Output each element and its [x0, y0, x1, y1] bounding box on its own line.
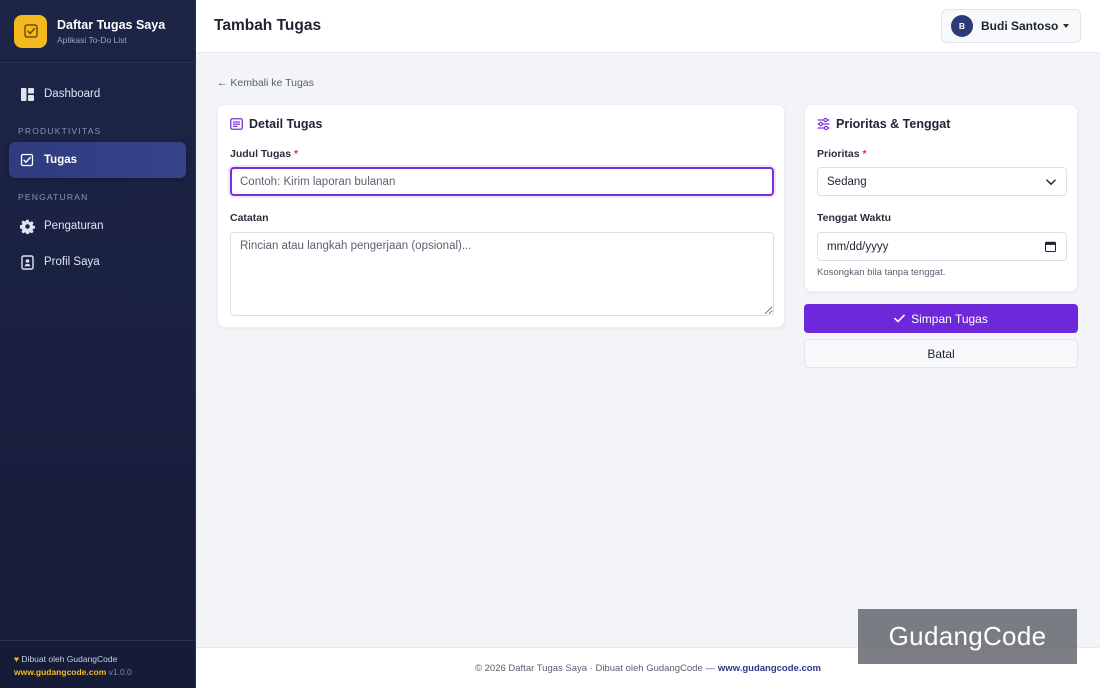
- priority-card: Prioritas & Tenggat Prioritas * Sedang T…: [804, 104, 1078, 292]
- sidebar-item-label: Profil Saya: [44, 256, 100, 268]
- priority-label: Prioritas *: [817, 148, 867, 160]
- section-settings: PENGATURAN: [18, 192, 89, 202]
- deadline-date-input[interactable]: mm/dd/yyyy: [817, 232, 1067, 261]
- page-title: Tambah Tugas: [214, 17, 322, 34]
- sidebar-item-label: Pengaturan: [44, 220, 104, 232]
- priority-card-heading: Prioritas & Tenggat: [836, 117, 951, 131]
- detail-card-heading: Detail Tugas: [249, 117, 323, 131]
- sliders-icon: [817, 118, 830, 130]
- deadline-placeholder: mm/dd/yyyy: [827, 240, 889, 253]
- app-subtitle: Aplikasi To-Do List: [57, 35, 127, 45]
- priority-card-title: Prioritas & Tenggat: [817, 117, 950, 131]
- made-by-text: Dibuat oleh GudangCode: [21, 654, 118, 664]
- sidebar: Daftar Tugas Saya Aplikasi To-Do List Da…: [0, 0, 196, 688]
- back-link[interactable]: ← Kembali ke Tugas: [217, 77, 314, 89]
- footer-text: © 2026 Daftar Tugas Saya · Dibuat oleh G…: [474, 662, 715, 674]
- chevron-down-icon: [1046, 177, 1056, 189]
- notes-icon: [230, 118, 243, 130]
- user-menu-button[interactable]: B Budi Santoso: [941, 9, 1081, 43]
- task-title-input[interactable]: [230, 167, 774, 196]
- dashboard-icon: [19, 86, 35, 102]
- check-square-icon: [14, 14, 47, 48]
- sidebar-item-tugas[interactable]: Tugas: [9, 142, 186, 178]
- heart-icon: ♥: [14, 654, 20, 664]
- task-title-label: Judul Tugas *: [230, 148, 298, 160]
- required-mark: *: [293, 148, 299, 160]
- watermark: GudangCode: [858, 609, 1077, 664]
- sidebar-item-dashboard[interactable]: Dashboard: [0, 76, 186, 112]
- check-icon: [894, 314, 905, 323]
- notes-label: Catatan: [230, 212, 269, 224]
- sidebar-item-label: Dashboard: [44, 88, 101, 100]
- deadline-help: Kosongkan bila tanpa tenggat.: [817, 267, 946, 278]
- priority-selected-value: Sedang: [827, 175, 867, 188]
- app-title: Daftar Tugas Saya: [57, 18, 166, 32]
- calendar-icon[interactable]: [1045, 241, 1056, 255]
- deadline-label: Tenggat Waktu: [817, 212, 892, 224]
- sidebar-nav: Dashboard PRODUKTIVITAS Tugas PENGATURAN…: [0, 63, 195, 280]
- sidebar-item-label: Tugas: [44, 154, 78, 166]
- task-title-label-text: Judul Tugas: [230, 148, 292, 160]
- save-task-label: Simpan Tugas: [911, 311, 988, 326]
- notes-textarea[interactable]: [230, 232, 774, 316]
- version-text: v1.0.0: [108, 667, 132, 677]
- sidebar-footer: ♥ Dibuat oleh GudangCode www.gudangcode.…: [0, 640, 196, 688]
- cancel-button[interactable]: Batal: [804, 339, 1078, 368]
- header: Tambah Tugas B Budi Santoso: [196, 0, 1100, 53]
- priority-label-text: Prioritas: [817, 148, 860, 160]
- caret-down-icon: [1063, 24, 1069, 28]
- user-name: Budi Santoso: [981, 19, 1059, 33]
- footer-site-link[interactable]: www.gudangcode.com: [718, 663, 821, 674]
- detail-card-title: Detail Tugas: [230, 117, 322, 131]
- site-link[interactable]: www.gudangcode.com: [14, 667, 106, 677]
- priority-select[interactable]: Sedang: [817, 167, 1067, 196]
- gear-icon: [19, 218, 35, 234]
- detail-card: Detail Tugas Judul Tugas * Catatan: [217, 104, 785, 328]
- sidebar-item-profil[interactable]: Profil Saya: [0, 244, 186, 280]
- id-badge-icon: [19, 254, 35, 270]
- brand[interactable]: Daftar Tugas Saya Aplikasi To-Do List: [0, 0, 195, 63]
- section-productivity: PRODUKTIVITAS: [18, 126, 102, 136]
- required-mark: *: [862, 148, 867, 160]
- save-task-button[interactable]: Simpan Tugas: [804, 304, 1078, 333]
- check-square-icon: [19, 152, 35, 168]
- avatar: B: [951, 15, 973, 37]
- sidebar-item-pengaturan[interactable]: Pengaturan: [0, 208, 186, 244]
